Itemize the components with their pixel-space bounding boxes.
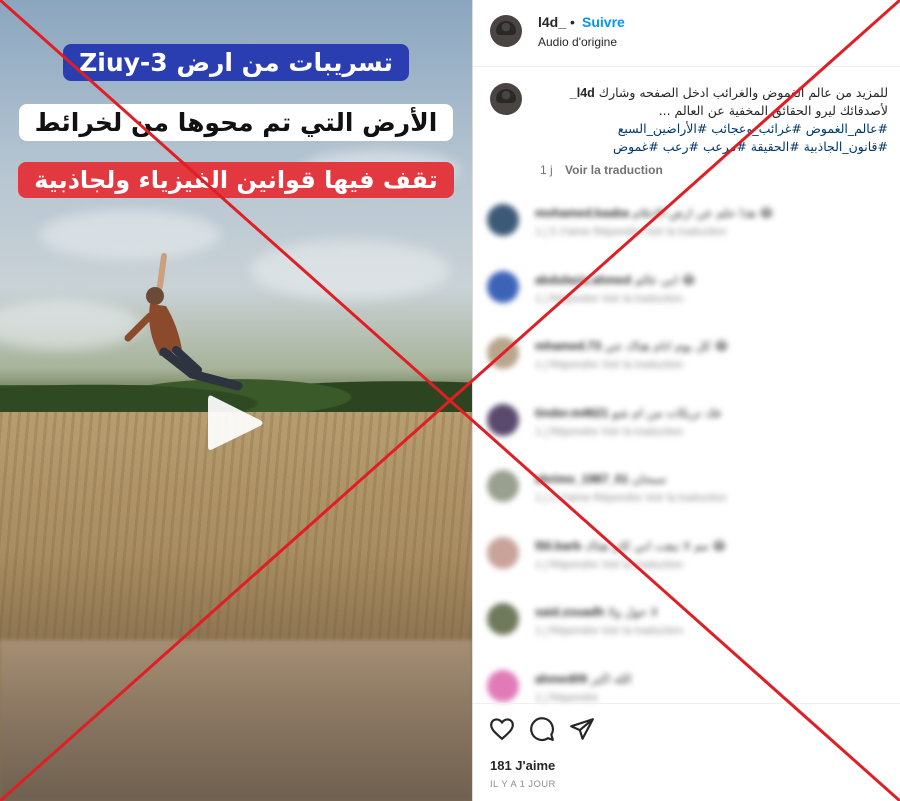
comment-body: ابي عالم 😂 (634, 272, 696, 287)
follow-button[interactable]: Suivre (582, 14, 625, 30)
commenter-username[interactable]: said.zouadh (535, 605, 604, 619)
comment-text: ahmed09 الله اكبر (535, 672, 631, 686)
caption-age: 1 j (540, 163, 553, 177)
video-player[interactable]: تسريبات من ارض Ziuy-3 الأرض التي تم محوه… (0, 0, 472, 801)
like-heart-icon[interactable] (489, 716, 515, 742)
header-divider (473, 66, 900, 67)
comment-body: كل يوم انام هناك جي 😂 (604, 339, 729, 353)
comment-body: الله اكبر (590, 671, 632, 686)
comment-text: said.zouadh لا حول ولا (535, 605, 658, 619)
comment-bubble-icon[interactable] (529, 716, 555, 742)
commenter-username[interactable]: mohamed.kaaba (535, 206, 629, 220)
commenter-avatar[interactable] (487, 270, 519, 303)
comment-meta: 1 j 3 J'aime Répondre Voir la traduction (535, 226, 727, 238)
comment-text: abdulaziz.ahmed ابي عالم 😂 (535, 273, 696, 287)
commenter-username[interactable]: mhamed.73 (535, 339, 601, 353)
commenter-avatar[interactable] (487, 536, 519, 569)
play-icon[interactable] (200, 388, 270, 458)
cloud (250, 240, 450, 300)
commenter-username[interactable]: l50.barb (535, 539, 581, 553)
caption-banner-1: تسريبات من ارض Ziuy-3 (0, 44, 472, 81)
comment-meta: 1 j Répondre Voir la traduction (535, 292, 683, 305)
blurred-foreground (0, 640, 472, 801)
comment-row[interactable]: tinder.m4621 فك تريكات من ام شو 1 j Répon… (487, 400, 817, 452)
comment-meta: 1 j Répondre Voir la traduction (535, 625, 683, 637)
caption-hashtags-2[interactable]: #قانون_الجاذبية #الحقيقة #مرعب #رعب #غمو… (530, 139, 888, 154)
commenter-username[interactable]: tinder.m4621 (535, 406, 608, 420)
comment-text: abrimo_1987_01 سبحان (535, 472, 666, 486)
floating-person (124, 253, 243, 391)
comment-row[interactable]: mhamed.73 كل يوم انام هناك جي 😂 1 j Répon… (487, 333, 817, 385)
comment-row[interactable]: abrimo_1987_01 سبحان 1 j 1 J'aime Répondr… (487, 466, 817, 518)
author-username[interactable]: l4d_ (538, 14, 566, 30)
commenter-username[interactable]: abrimo_1987_01 (535, 472, 628, 486)
comment-row[interactable]: abdulaziz.ahmed ابي عالم 😂 1 j Répondre V… (487, 267, 817, 319)
comment-meta: 1 j Répondre (535, 691, 598, 704)
comment-body: سبحان (632, 472, 667, 486)
instagram-post-screenshot: تسريبات من ارض Ziuy-3 الأرض التي تم محوه… (0, 0, 900, 801)
actions-divider (473, 703, 900, 704)
commenter-avatar[interactable] (487, 204, 519, 236)
comment-row[interactable]: l50.barb مم لا تبقت اني كان هناك 😂 1 j Ré… (487, 533, 817, 585)
comment-meta: 1 j Répondre Voir la traduction (535, 359, 683, 371)
commenter-avatar[interactable] (487, 470, 519, 502)
caption-text-2: لأصدقائك ليرو الحقائق المخفية عن العالم … (658, 103, 888, 118)
see-translation-link[interactable]: Voir la traduction (565, 163, 663, 177)
caption-hashtags-1[interactable]: #عالم_الغموض #غرائب_وعجائب #الأراضين_الس… (530, 121, 888, 136)
cloud (0, 300, 140, 350)
comment-text: l50.barb مم لا تبقت اني كان هناك 😂 (535, 539, 726, 553)
comment-row[interactable]: ahmed09 الله اكبر 1 j Répondre (487, 666, 817, 718)
separator-dot: • (570, 14, 575, 30)
comment-body: هذا حلم عن ارض الاحلام 😂 (632, 206, 774, 220)
caption-author-avatar[interactable] (490, 83, 522, 115)
caption-line-2: الأرض التي تم محوها من لخرائط (18, 104, 454, 141)
comment-meta: 1 j 1 J'aime Répondre Voir la traduction (535, 492, 727, 504)
commenter-avatar[interactable] (487, 603, 519, 635)
comment-body: فك تريكات من ام شو (612, 405, 721, 420)
caption-banner-2: الأرض التي تم محوها من لخرائط (0, 104, 472, 141)
commenter-avatar[interactable] (487, 337, 519, 369)
comment-text: tinder.m4621 فك تريكات من ام شو (535, 406, 721, 420)
comment-meta: 1 j Répondre Voir la traduction (535, 425, 683, 438)
likes-count[interactable]: 181 J'aime (490, 758, 555, 773)
caption-text-1: للمزيد من عالم الغموض والغرائب ادخل الصف… (598, 85, 888, 100)
share-send-icon[interactable] (569, 716, 595, 742)
commenter-avatar[interactable] (487, 669, 519, 702)
post-side-panel: l4d_ • Suivre Audio d'origine للمزيد من … (472, 0, 900, 801)
comment-body: مم لا تبقت اني كان هناك 😂 (584, 538, 727, 553)
comment-body: لا حول ولا (608, 605, 658, 619)
post-timestamp: IL Y A 1 JOUR (490, 779, 556, 790)
comment-text: mhamed.73 كل يوم انام هناك جي 😂 (535, 339, 728, 353)
comment-meta: 1 j Répondre Voir la traduction (535, 558, 683, 571)
caption-username[interactable]: l4d_ (570, 86, 595, 100)
caption-line-1: تسريبات من ارض Ziuy-3 (63, 44, 409, 81)
comment-text: mohamed.kaaba هذا حلم عن ارض الاحلام 😂 (535, 206, 773, 220)
caption-line-3: تقف فيها قوانين الفيزياء ولجاذبية (18, 162, 454, 198)
commenter-username[interactable]: abdulaziz.ahmed (535, 273, 631, 287)
commenter-username[interactable]: ahmed09 (535, 672, 587, 686)
audio-label[interactable]: Audio d'origine (538, 35, 617, 49)
commenter-avatar[interactable] (487, 403, 519, 436)
author-avatar[interactable] (490, 15, 522, 47)
caption-line-1: للمزيد من عالم الغموض والغرائب ادخل الصف… (530, 85, 888, 100)
comment-row[interactable]: said.zouadh لا حول ولا 1 j Répondre Voir … (487, 599, 817, 651)
caption-banner-3: تقف فيها قوانين الفيزياء ولجاذبية (0, 162, 472, 198)
comment-row[interactable]: mohamed.kaaba هذا حلم عن ارض الاحلام 😂 1 … (487, 200, 817, 252)
